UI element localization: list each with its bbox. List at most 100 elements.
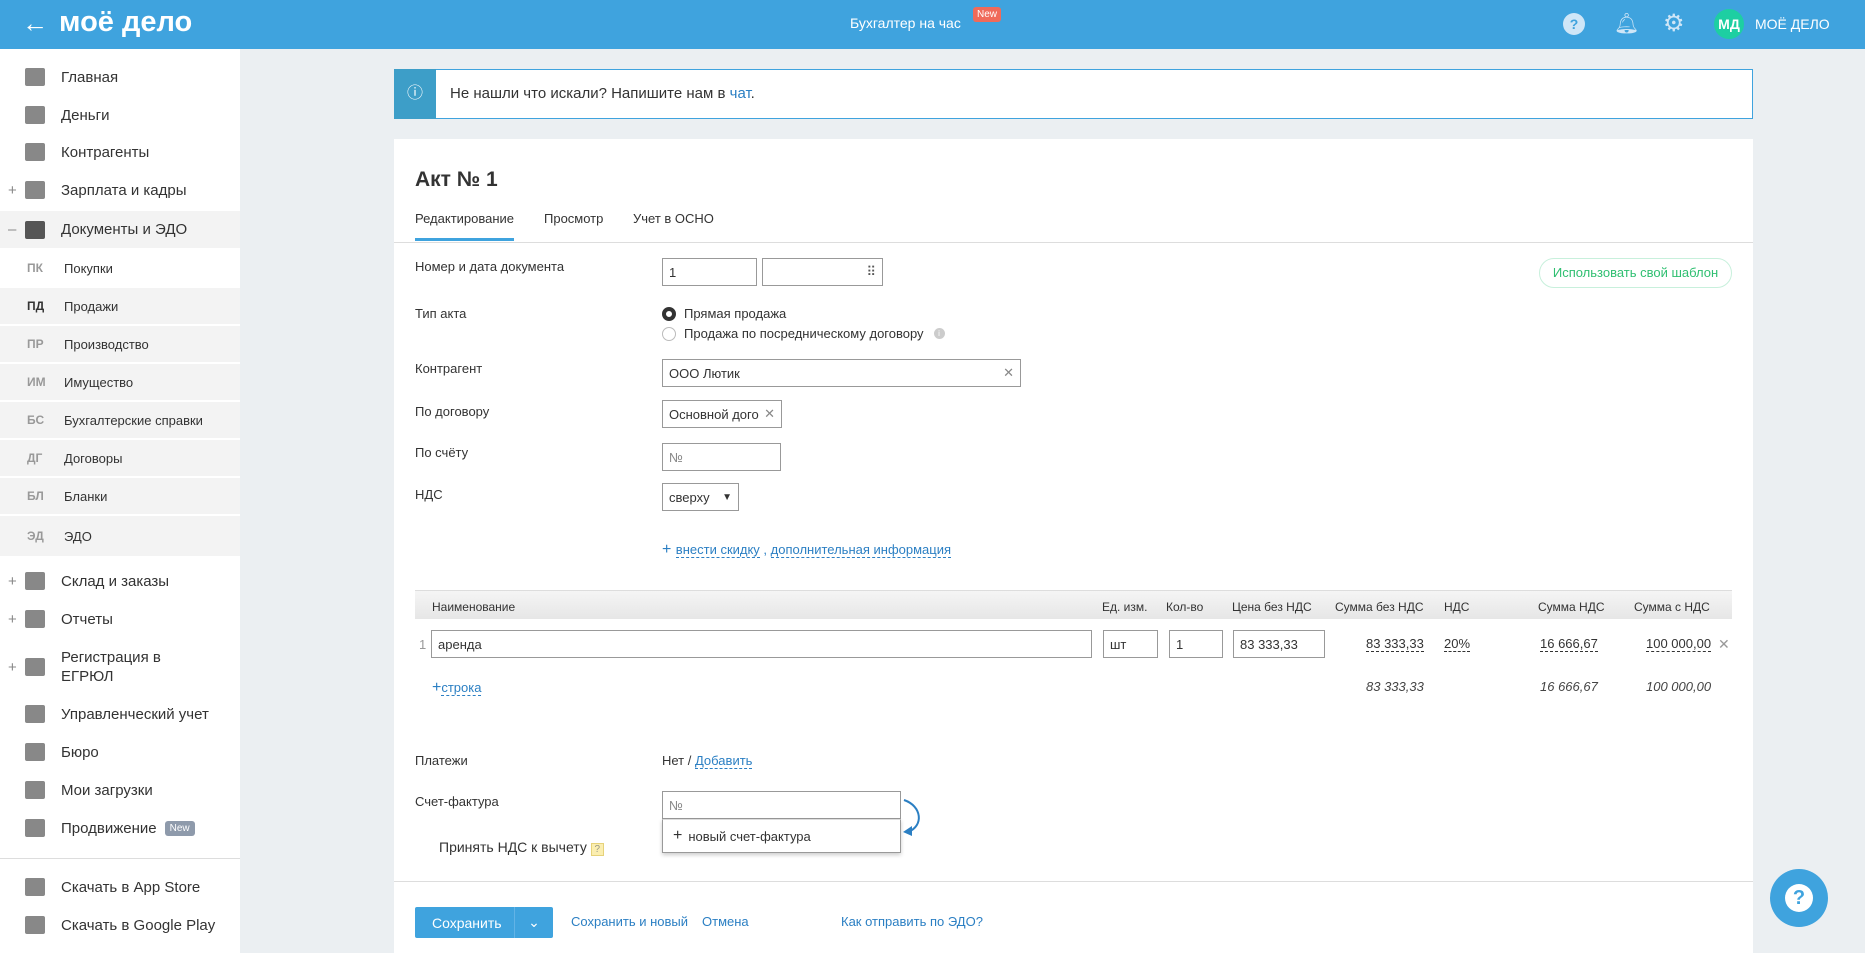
row-number: 1 <box>419 637 427 652</box>
sidebar-item-home[interactable]: Главная <box>0 59 240 95</box>
sidebar-item-reports[interactable]: + Отчеты <box>0 601 240 637</box>
price-input[interactable]: 83 333,33 <box>1233 630 1325 658</box>
unit-input[interactable]: шт <box>1103 630 1158 658</box>
back-arrow-icon[interactable]: ← <box>22 8 48 39</box>
sidebar-sub-property[interactable]: ИМ Имущество <box>0 364 240 400</box>
contract-input[interactable]: Основной дого ✕ <box>662 400 782 428</box>
label: Принять НДС к вычету <box>439 839 587 855</box>
sum-with-vat[interactable]: 100 000,00 <box>1646 636 1712 652</box>
avatar[interactable]: МД <box>1714 9 1744 39</box>
add-row[interactable]: +строка <box>432 679 482 697</box>
save-and-new-link[interactable]: Сохранить и новый <box>571 914 688 929</box>
expand-icon[interactable]: + <box>8 611 17 628</box>
label: Бюро <box>61 743 99 761</box>
accountant-hour-link[interactable]: Бухгалтер на час <box>850 15 961 31</box>
calendar-icon[interactable]: ⠿ <box>866 264 876 280</box>
column-header: Наименование <box>432 600 516 614</box>
label: Продажи <box>64 298 119 314</box>
info-icon[interactable]: i <box>933 328 945 339</box>
sidebar-item-documents[interactable]: – Документы и ЭДО <box>0 211 240 248</box>
gear-icon[interactable]: ⚙ <box>1663 9 1685 38</box>
sidebar-item-money[interactable]: Деньги <box>0 97 240 133</box>
clear-icon[interactable]: ✕ <box>1003 365 1014 381</box>
sidebar-item-downloads[interactable]: Мои загрузки <box>0 772 240 808</box>
money-icon <box>25 106 45 124</box>
label: Контрагенты <box>61 143 150 161</box>
extra-info-link[interactable]: дополнительная информация <box>770 542 952 558</box>
vat-select[interactable]: сверху ▼ <box>662 483 739 511</box>
expand-icon[interactable]: + <box>8 182 17 199</box>
label: Бухгалтерские справки <box>64 412 203 428</box>
label: Договоры <box>64 450 123 466</box>
quantity-input[interactable]: 1 <box>1169 630 1223 658</box>
radio-direct[interactable]: Прямая продажа <box>662 306 786 321</box>
help-icon[interactable]: ? <box>1563 13 1585 35</box>
sidebar-item-management[interactable]: Управленческий учет <box>0 696 240 732</box>
use-template-button[interactable]: Использовать свой шаблон <box>1539 258 1732 288</box>
sidebar-sub-purchases[interactable]: ПК Покупки <box>0 250 240 286</box>
radio-unchecked[interactable] <box>662 326 676 341</box>
sidebar: Главная Деньги Контрагенты + Зарплата и к… <box>0 49 240 953</box>
discount-link[interactable]: внести скидку <box>675 542 760 558</box>
new-invoice-option[interactable]: + новый счет-фактура <box>662 819 901 853</box>
label: Прямая продажа <box>684 306 787 321</box>
collapse-icon[interactable]: – <box>8 221 16 238</box>
add-row-link[interactable]: строка <box>441 680 482 696</box>
sidebar-item-promotion[interactable]: Продвижение New <box>0 810 240 846</box>
invoice-input[interactable]: № <box>662 791 901 819</box>
sidebar-item-warehouse[interactable]: + Склад и заказы <box>0 563 240 599</box>
account-input[interactable]: № <box>662 443 781 471</box>
warehouse-icon <box>25 572 45 590</box>
sidebar-sub-edo[interactable]: ЭД ЭДО <box>0 516 240 556</box>
save-button-group: Сохранить ⌄ <box>415 907 553 938</box>
sidebar-sub-references[interactable]: БС Бухгалтерские справки <box>0 402 240 438</box>
counterparty-input[interactable]: ООО Лютик ✕ <box>662 359 1021 387</box>
top-bar: ← моё дело Бухгалтер на час New ? 🔔︎ ⚙ М… <box>0 0 1865 49</box>
help-icon[interactable]: ? <box>590 843 604 856</box>
sidebar-sub-forms[interactable]: БЛ Бланки <box>0 478 240 514</box>
help-chat-button[interactable]: ? <box>1770 869 1828 927</box>
radio-checked[interactable] <box>662 306 676 321</box>
item-name-input[interactable]: аренда <box>431 630 1092 658</box>
chevron-down-icon[interactable]: ⌄ <box>514 907 553 938</box>
expand-icon[interactable]: + <box>8 573 17 590</box>
radio-agent[interactable]: Продажа по посредническому договору i <box>662 326 945 341</box>
chat-link[interactable]: чат <box>730 85 751 102</box>
google-play-icon <box>25 916 45 934</box>
bell-icon[interactable]: 🔔︎ <box>1614 11 1639 36</box>
sidebar-sub-contracts[interactable]: ДГ Договоры <box>0 440 240 476</box>
edo-help-link[interactable]: Как отправить по ЭДО? <box>841 914 983 929</box>
sidebar-item-salary[interactable]: + Зарплата и кадры <box>0 172 240 208</box>
sum-without-vat[interactable]: 83 333,33 <box>1366 636 1424 652</box>
folder-icon <box>25 220 45 239</box>
arrow-hint-icon <box>903 799 920 836</box>
logo[interactable]: моё дело <box>59 6 192 39</box>
app-store-link[interactable]: Скачать в App Store <box>0 869 240 905</box>
tab-osno[interactable]: Учет в ОСНО <box>633 211 714 226</box>
date-input[interactable]: ⠿ <box>762 258 883 286</box>
user-name[interactable]: МОЁ ДЕЛО <box>1755 16 1830 32</box>
label: Деньги <box>61 106 110 124</box>
delete-row-icon[interactable]: ✕ <box>1718 636 1730 653</box>
clear-icon[interactable]: ✕ <box>764 406 775 422</box>
vat-sum[interactable]: 16 666,67 <box>1540 636 1598 652</box>
cancel-link[interactable]: Отмена <box>702 914 749 929</box>
add-payment-link[interactable]: Добавить <box>694 753 753 769</box>
tab-edit[interactable]: Редактирование <box>415 211 514 226</box>
sidebar-item-contractors[interactable]: Контрагенты <box>0 134 240 170</box>
sidebar-sub-sales[interactable]: ПД Продажи <box>0 288 240 324</box>
google-play-link[interactable]: Скачать в Google Play <box>0 907 240 943</box>
home-icon <box>25 68 45 86</box>
label: Скачать в Google Play <box>61 916 216 934</box>
abbr: БЛ <box>27 489 44 503</box>
vat-rate[interactable]: 20% <box>1444 636 1471 652</box>
label: Имущество <box>64 374 134 390</box>
number-input[interactable]: 1 <box>662 258 757 286</box>
expand-icon[interactable]: + <box>8 659 17 676</box>
sidebar-sub-production[interactable]: ПР Производство <box>0 326 240 362</box>
tab-view[interactable]: Просмотр <box>544 211 603 226</box>
save-button[interactable]: Сохранить <box>415 915 514 931</box>
sidebar-item-bureau[interactable]: Бюро <box>0 734 240 770</box>
sidebar-item-registration[interactable]: + Регистрация в ЕГРЮЛ <box>0 645 240 689</box>
abbr: ИМ <box>27 375 46 389</box>
